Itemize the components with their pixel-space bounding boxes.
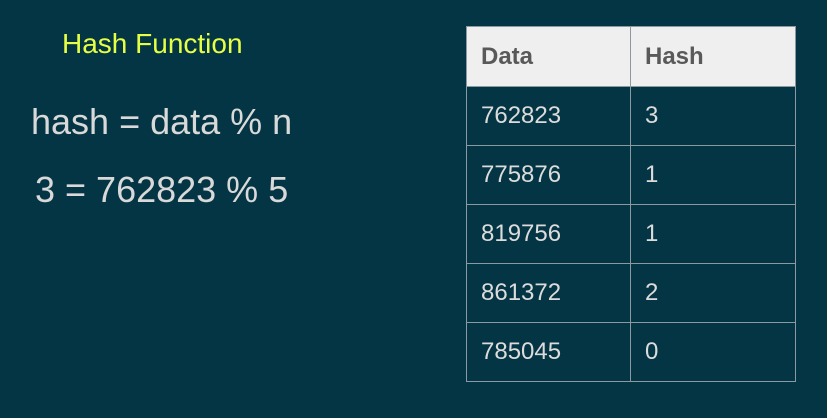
- hash-cell: 1: [630, 145, 796, 205]
- hash-cell: 1: [630, 204, 796, 264]
- data-cell: 819756: [466, 204, 631, 264]
- data-cell: 785045: [466, 322, 631, 382]
- data-cell: 775876: [466, 145, 631, 205]
- header-data: Data: [466, 26, 631, 87]
- table-row: 762823 3: [466, 86, 796, 146]
- table-header-row: Data Hash: [466, 26, 796, 87]
- hash-example: 3 = 762823 % 5: [35, 169, 289, 210]
- header-hash: Hash: [630, 26, 796, 87]
- table-row: 819756 1: [466, 204, 796, 264]
- hash-cell: 3: [630, 86, 796, 146]
- data-cell: 762823: [466, 86, 631, 146]
- slide-title: Hash Function: [62, 28, 243, 59]
- table-row: 775876 1: [466, 145, 796, 205]
- hash-cell: 2: [630, 263, 796, 323]
- table-row: 861372 2: [466, 263, 796, 323]
- hash-cell: 0: [630, 322, 796, 382]
- hash-formula: hash = data % n: [31, 101, 293, 142]
- data-cell: 861372: [466, 263, 631, 323]
- hash-table: Data Hash 762823 3 775876 1 819756 1 861…: [466, 26, 796, 382]
- table-row: 785045 0: [466, 322, 796, 382]
